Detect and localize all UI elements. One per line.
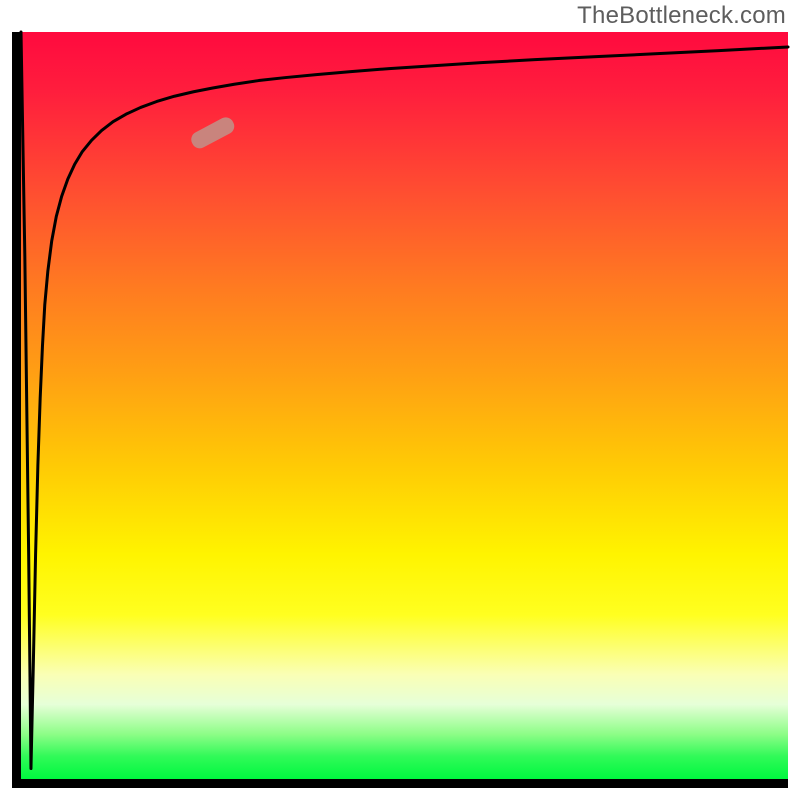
- y-axis-line: [12, 32, 21, 787]
- chart-container: TheBottleneck.com: [0, 0, 800, 800]
- watermark-text: TheBottleneck.com: [577, 2, 786, 30]
- x-axis-line: [12, 779, 788, 788]
- bottleneck-curve-svg: [21, 32, 788, 779]
- bottleneck-curve: [21, 32, 788, 769]
- curve-marker: [188, 115, 237, 152]
